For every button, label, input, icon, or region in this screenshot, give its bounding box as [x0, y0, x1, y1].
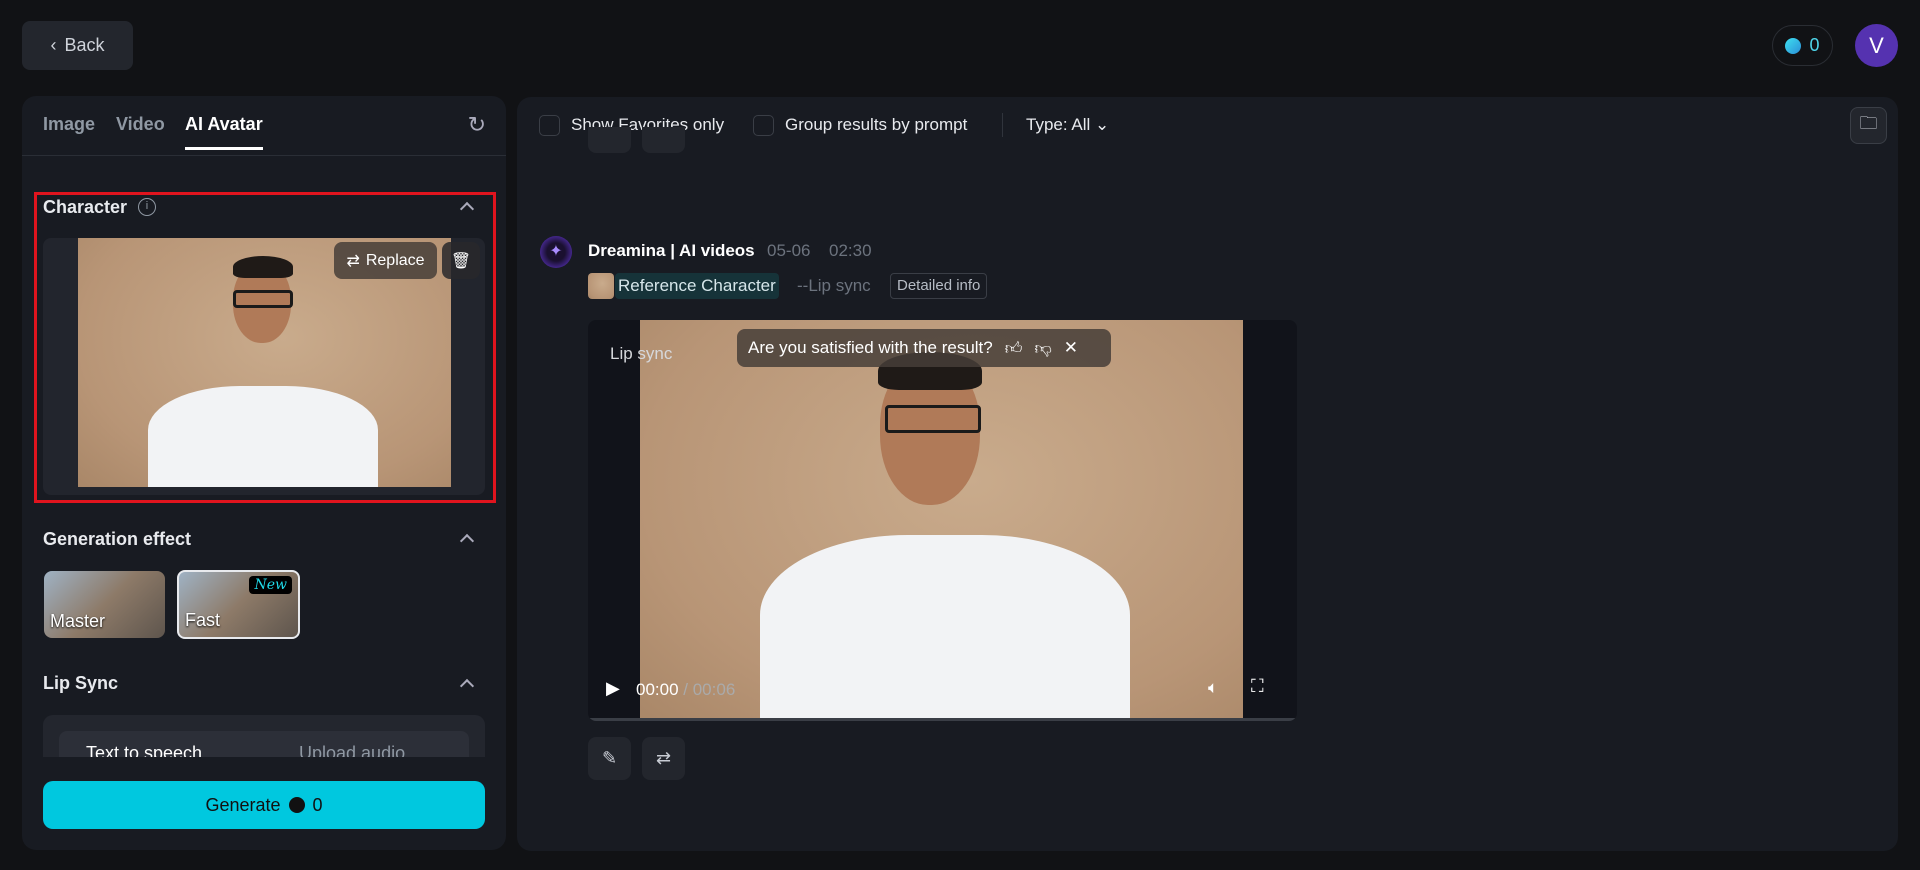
pencil-icon: ✎: [601, 748, 618, 768]
divider: [1002, 113, 1003, 137]
edit-button[interactable]: [588, 127, 631, 153]
feedback-prompt: Are you satisfied with the result? 👍︎ 👎︎…: [737, 329, 1111, 367]
repeat-icon: ⇄: [655, 748, 672, 768]
chevron-up-icon[interactable]: [459, 533, 475, 549]
chevron-up-icon[interactable]: [459, 678, 475, 694]
swap-icon: ⇄: [346, 252, 360, 270]
reuse-button[interactable]: [642, 127, 685, 153]
trash-icon: 🗑: [450, 252, 472, 270]
edit-button[interactable]: ✎: [588, 737, 631, 780]
time-display: 00:00 / 00:06: [636, 680, 736, 699]
thumbs-up-icon[interactable]: 👍︎: [1005, 338, 1023, 359]
info-icon[interactable]: i: [138, 198, 156, 216]
result-source: Dreamina | AI videos: [588, 241, 755, 260]
close-icon[interactable]: ✕: [1064, 338, 1078, 358]
delete-button[interactable]: 🗑: [442, 242, 480, 279]
folder-button[interactable]: 🗀: [1850, 107, 1887, 144]
group-label: Group results by prompt: [785, 115, 968, 134]
reference-character-tag[interactable]: Reference Character: [615, 273, 779, 299]
credits-badge[interactable]: 0: [1772, 25, 1833, 66]
credit-coin-icon: [288, 797, 305, 813]
lip-sync-title: Lip Sync: [43, 673, 119, 693]
tab-ai-avatar[interactable]: AI Avatar: [185, 114, 263, 150]
folder-icon: 🗀: [1859, 112, 1878, 133]
lip-sync-box: Text to speech Upload audio: [43, 715, 485, 757]
character-card: ⇄ Replace 🗑: [43, 238, 485, 495]
chevron-left-icon: ‹: [50, 35, 57, 55]
thumbs-down-icon[interactable]: 👎︎: [1035, 338, 1052, 359]
video-frame: [640, 320, 1243, 721]
new-badge: New: [249, 576, 292, 594]
credit-coin-icon: [1785, 37, 1802, 54]
video-player[interactable]: Lip sync Are you satisfied with the resu…: [588, 320, 1297, 721]
generate-button[interactable]: Generate 0: [43, 781, 485, 829]
chevron-down-icon: ⌄: [1095, 115, 1110, 134]
fullscreen-icon[interactable]: ⛶: [1251, 676, 1264, 697]
replace-button[interactable]: ⇄ Replace: [334, 242, 437, 279]
reset-icon[interactable]: ↻: [468, 112, 486, 138]
effect-master[interactable]: Master: [44, 571, 165, 638]
character-title: Character: [43, 197, 128, 217]
play-icon[interactable]: ▶: [606, 678, 620, 699]
effect-fast[interactable]: Fast New: [177, 570, 300, 639]
result-date: 05-06: [767, 241, 811, 260]
dreamina-logo-icon: ✦: [540, 236, 572, 268]
tab-video[interactable]: Video: [116, 114, 165, 135]
group-checkbox[interactable]: [753, 115, 774, 136]
regenerate-button[interactable]: ⇄: [642, 737, 685, 780]
detailed-info-button[interactable]: Detailed info: [890, 273, 988, 299]
tab-image[interactable]: Image: [43, 114, 95, 135]
user-avatar[interactable]: V: [1855, 24, 1898, 67]
back-button[interactable]: ‹ Back: [22, 21, 133, 70]
generation-effect-title: Generation effect: [43, 529, 192, 549]
mode-text-to-speech[interactable]: Text to speech: [86, 743, 202, 757]
result-mode: --Lip sync: [797, 276, 871, 295]
volume-icon[interactable]: 🔈︎: [1208, 678, 1218, 698]
reference-thumbnail: [588, 273, 614, 299]
results-panel: Show Favorites only Group results by pro…: [517, 97, 1898, 851]
type-filter[interactable]: Type: All ⌄: [1026, 115, 1109, 135]
video-label: Lip sync: [610, 344, 673, 363]
mode-upload-audio[interactable]: Upload audio: [299, 743, 405, 757]
left-panel: Image Video AI Avatar ↻ Character i ⇄ Rep…: [22, 96, 506, 850]
favorites-checkbox[interactable]: [539, 115, 560, 136]
mode-tabs: Image Video AI Avatar ↻: [22, 96, 506, 156]
progress-bar[interactable]: [588, 718, 1297, 721]
result-time: 02:30: [829, 241, 872, 260]
